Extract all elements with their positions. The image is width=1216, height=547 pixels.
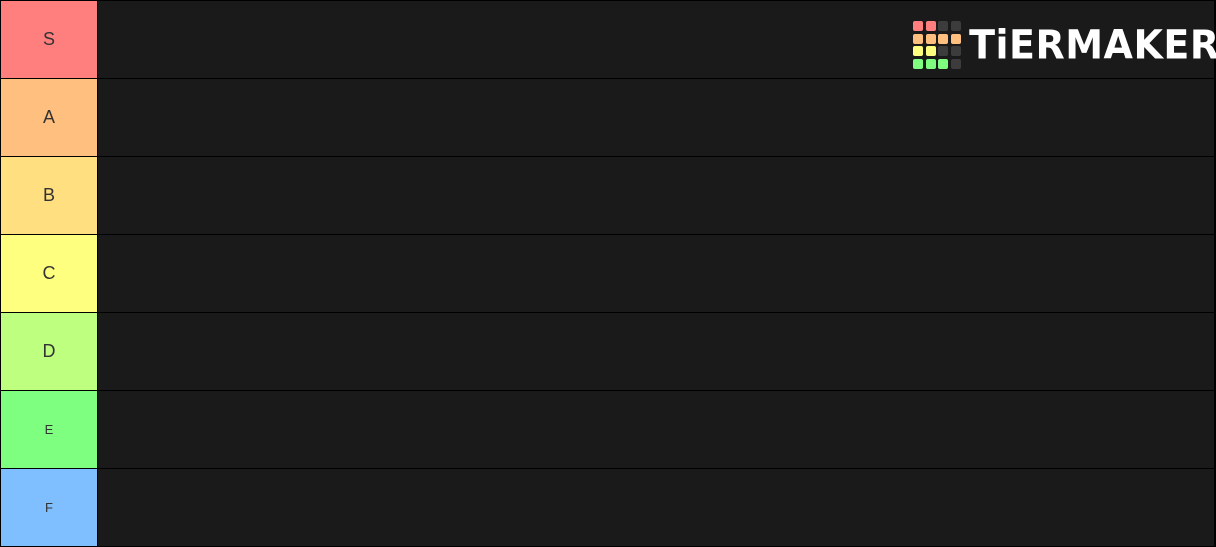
logo-grid-square: [951, 20, 962, 31]
tier-label-b[interactable]: B: [1, 157, 97, 234]
logo-grid-square: [913, 46, 923, 57]
tier-list: S A B C D E F TiERMAKER: [0, 0, 1216, 547]
tier-row-f: F: [1, 469, 1214, 546]
tier-label-s[interactable]: S: [1, 1, 97, 78]
tier-label-f[interactable]: F: [1, 469, 97, 546]
logo-grid-square: [938, 20, 949, 31]
tier-items-c[interactable]: [98, 235, 1214, 312]
logo-grid-square: [925, 46, 936, 57]
tier-label-c[interactable]: C: [1, 235, 97, 312]
logo-text: TiERMAKER: [969, 21, 1216, 69]
logo-grid-square: [951, 59, 962, 70]
logo-grid-square: [913, 33, 923, 44]
logo-grid-square: [951, 46, 962, 57]
tiermaker-logo: TiERMAKER: [913, 20, 1216, 70]
logo-grid-icon: [913, 20, 962, 70]
tier-row-a: A: [1, 79, 1214, 156]
logo-grid-square: [951, 33, 962, 44]
logo-grid-square: [925, 20, 936, 31]
tier-items-a[interactable]: [98, 79, 1214, 156]
tier-items-b[interactable]: [98, 157, 1214, 234]
tier-row-c: C: [1, 235, 1214, 312]
tier-row-b: B: [1, 157, 1214, 234]
tier-row-e: E: [1, 391, 1214, 468]
tier-items-d[interactable]: [98, 313, 1214, 390]
logo-grid-square: [913, 20, 923, 31]
logo-grid-square: [938, 46, 949, 57]
logo-grid-square: [925, 59, 936, 70]
tier-label-a[interactable]: A: [1, 79, 97, 156]
logo-grid-square: [925, 33, 936, 44]
tier-label-e[interactable]: E: [1, 391, 97, 468]
logo-grid-square: [938, 33, 949, 44]
tier-label-d[interactable]: D: [1, 313, 97, 390]
logo-grid-square: [913, 59, 923, 70]
tier-items-f[interactable]: [98, 469, 1214, 546]
tier-row-d: D: [1, 313, 1214, 390]
logo-grid-square: [938, 59, 949, 70]
tier-items-e[interactable]: [98, 391, 1214, 468]
